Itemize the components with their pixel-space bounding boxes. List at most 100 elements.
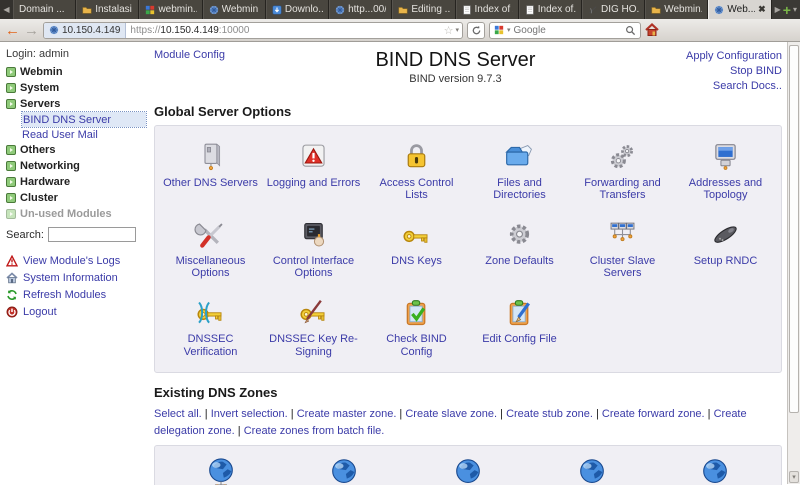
option-label[interactable]: DNSSEC Key Re-Signing <box>262 333 365 358</box>
clipboard-edit-icon[interactable] <box>468 294 571 330</box>
browser-tab-domain[interactable]: Domain ... <box>13 0 76 19</box>
tab-scroll-left-button[interactable]: ◀ <box>0 0 13 19</box>
url-history-dropdown-icon[interactable]: ▾ <box>455 26 462 34</box>
zone-link-create-master-zone[interactable]: Create master zone. <box>297 408 397 420</box>
sidebar-category-servers[interactable]: Servers <box>6 96 146 112</box>
search-docs-link[interactable]: Search Docs.. <box>686 79 782 94</box>
browser-tab-index-of[interactable]: Index of / <box>456 0 519 19</box>
option-control-interface-options: Control Interface Options <box>262 216 365 280</box>
option-label[interactable]: DNS Keys <box>365 255 468 268</box>
browser-tab-webmin[interactable]: Webmin... <box>645 0 708 19</box>
globe-icon[interactable] <box>283 456 407 485</box>
zone-link-create-zones-from-batch-file[interactable]: Create zones from batch file. <box>244 425 385 437</box>
tools-icon[interactable] <box>159 216 262 252</box>
option-label[interactable]: Forwarding and Transfers <box>571 177 674 202</box>
sidebar-category-system[interactable]: System <box>6 80 146 96</box>
option-label[interactable]: Check BIND Config <box>365 333 468 358</box>
warning-icon[interactable] <box>262 138 365 174</box>
zone-link-create-forward-zone[interactable]: Create forward zone. <box>602 408 705 420</box>
sidebar-item-bind-dns-server[interactable]: BIND DNS Server <box>22 112 146 127</box>
module-config-link[interactable]: Module Config <box>154 49 225 61</box>
sidebar-action-system-information[interactable]: System Information <box>6 269 146 286</box>
option-label[interactable]: DNSSEC Verification <box>159 333 262 358</box>
zone-root <box>159 456 283 485</box>
sidebar-category-un-used-modules[interactable]: Un-used Modules <box>6 206 146 222</box>
globe-net-icon[interactable] <box>159 456 283 485</box>
gears-icon[interactable] <box>571 138 674 174</box>
browser-tab-webmin[interactable]: Webmin <box>203 0 266 19</box>
option-label[interactable]: Zone Defaults <box>468 255 571 268</box>
site-identity-chip[interactable]: 10.150.4.149 <box>44 23 126 38</box>
page-scrollbar[interactable]: ▾ <box>787 42 800 484</box>
option-label[interactable]: Other DNS Servers <box>159 177 262 190</box>
reload-button[interactable] <box>467 22 485 39</box>
address-input[interactable]: https://10.150.4.149:10000 <box>126 25 441 36</box>
scrollbar-down-button[interactable]: ▾ <box>789 471 799 483</box>
sidebar-item-read-user-mail[interactable]: Read User Mail <box>22 127 146 142</box>
browser-tab-instalasi[interactable]: Instalasi ... <box>76 0 139 19</box>
zone-link-create-slave-zone[interactable]: Create slave zone. <box>405 408 497 420</box>
search-input[interactable] <box>514 25 622 36</box>
stop-bind-link[interactable]: Stop BIND <box>686 64 782 79</box>
remote-icon[interactable] <box>674 216 777 252</box>
sidebar-search-input[interactable] <box>48 227 136 242</box>
sidebar-category-webmin[interactable]: Webmin <box>6 64 146 80</box>
module-category-icon <box>6 193 16 203</box>
server-icon[interactable] <box>159 138 262 174</box>
magnifier-icon[interactable] <box>625 25 636 36</box>
browser-tab-http-00[interactable]: http...00/ <box>329 0 392 19</box>
option-label[interactable]: Control Interface Options <box>262 255 365 280</box>
option-label[interactable]: Access Control Lists <box>365 177 468 202</box>
option-label[interactable]: Logging and Errors <box>262 177 365 190</box>
new-tab-button[interactable]: + <box>783 3 791 17</box>
sidebar-category-networking[interactable]: Networking <box>6 158 146 174</box>
key-pen-icon[interactable] <box>262 294 365 330</box>
monitor-icon[interactable] <box>674 138 777 174</box>
browser-tab-downlo[interactable]: Downlo... <box>266 0 329 19</box>
cluster-icon[interactable] <box>571 216 674 252</box>
sidebar-category-cluster[interactable]: Cluster <box>6 190 146 206</box>
bookmark-star-icon[interactable]: ☆ <box>442 24 456 37</box>
tab-scroll-right-button[interactable]: ▶ <box>775 5 781 14</box>
web-search-box[interactable]: ▾ <box>489 22 641 39</box>
tab-close-icon[interactable]: ✖ <box>758 4 766 15</box>
option-label[interactable]: Setup RNDC <box>674 255 777 268</box>
option-label[interactable]: Cluster Slave Servers <box>571 255 674 280</box>
sidebar-category-hardware[interactable]: Hardware <box>6 174 146 190</box>
forward-button[interactable]: → <box>24 23 39 38</box>
browser-tab-web[interactable]: Web...✖ <box>708 0 771 19</box>
zone-link-create-stub-zone[interactable]: Create stub zone. <box>506 408 593 420</box>
folder-big-icon[interactable] <box>468 138 571 174</box>
zone-link-invert-selection[interactable]: Invert selection. <box>211 408 288 420</box>
key-x-icon[interactable] <box>159 294 262 330</box>
clipboard-check-icon[interactable] <box>365 294 468 330</box>
console-icon[interactable] <box>262 216 365 252</box>
globe-icon[interactable] <box>406 456 530 485</box>
sidebar-search-label: Search: <box>6 229 44 241</box>
apply-configuration-link[interactable]: Apply Configuration <box>686 49 782 64</box>
option-label[interactable]: Miscellaneous Options <box>159 255 262 280</box>
option-label[interactable]: Edit Config File <box>468 333 571 346</box>
search-engine-dropdown-icon[interactable]: ▾ <box>507 26 511 34</box>
sidebar-action-view-module-s-logs[interactable]: View Module's Logs <box>6 252 146 269</box>
browser-tab-index-of[interactable]: Index of... <box>519 0 582 19</box>
browser-tab-editing[interactable]: Editing ... <box>392 0 455 19</box>
zone-link-select-all[interactable]: Select all. <box>154 408 202 420</box>
option-label[interactable]: Files and Directories <box>468 177 571 202</box>
url-bar[interactable]: 10.150.4.149 https://10.150.4.149:10000 … <box>43 22 463 39</box>
browser-tab-dig-ho[interactable]: DIG HO... <box>582 0 645 19</box>
home-button[interactable] <box>645 23 659 37</box>
back-button[interactable]: ← <box>5 23 20 38</box>
sidebar-category-others[interactable]: Others <box>6 142 146 158</box>
sidebar-action-logout[interactable]: Logout <box>6 303 146 320</box>
key-icon[interactable] <box>365 216 468 252</box>
lock-icon[interactable] <box>365 138 468 174</box>
globe-icon[interactable] <box>530 456 654 485</box>
gear-icon[interactable] <box>468 216 571 252</box>
scrollbar-thumb[interactable] <box>789 45 799 413</box>
sidebar-action-refresh-modules[interactable]: Refresh Modules <box>6 286 146 303</box>
option-label[interactable]: Addresses and Topology <box>674 177 777 202</box>
browser-tab-webmin[interactable]: webmin... <box>139 0 202 19</box>
globe-icon[interactable] <box>653 456 777 485</box>
tab-list-dropdown-icon[interactable]: ▾ <box>793 5 797 14</box>
